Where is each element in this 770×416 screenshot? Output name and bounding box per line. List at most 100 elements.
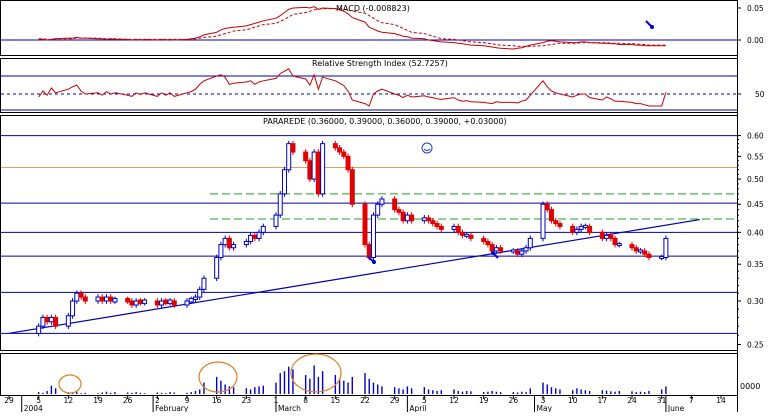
smiley-icon bbox=[421, 142, 433, 154]
candle bbox=[222, 237, 228, 246]
x-month-label: May bbox=[537, 404, 553, 412]
candle bbox=[48, 316, 54, 323]
candle bbox=[311, 151, 317, 180]
candle bbox=[527, 237, 533, 249]
annotations bbox=[58, 20, 654, 394]
x-day-label: 12 bbox=[449, 396, 459, 405]
candle bbox=[455, 225, 461, 233]
x-day-label: 19 bbox=[479, 396, 489, 405]
annotation-circle bbox=[198, 361, 238, 393]
macd-title: MACD (-0.008823) bbox=[336, 4, 410, 13]
candle bbox=[489, 244, 495, 252]
candle bbox=[53, 316, 59, 327]
candle bbox=[608, 234, 614, 239]
x-month-label: April bbox=[409, 404, 426, 412]
candle bbox=[604, 234, 610, 239]
candle bbox=[599, 231, 605, 239]
candle bbox=[36, 325, 42, 334]
candle bbox=[40, 316, 46, 327]
candle bbox=[112, 297, 118, 303]
candle bbox=[430, 220, 436, 225]
x-day-label: 26 bbox=[509, 396, 519, 405]
candle bbox=[375, 203, 381, 216]
x-day-label: 10 bbox=[568, 396, 578, 405]
candle bbox=[103, 296, 109, 302]
candle bbox=[468, 234, 474, 239]
candle bbox=[578, 225, 584, 230]
candle bbox=[273, 214, 279, 227]
candle bbox=[154, 300, 160, 306]
candle bbox=[320, 143, 326, 195]
candle bbox=[332, 143, 338, 149]
candle bbox=[421, 217, 427, 222]
candle bbox=[379, 198, 385, 205]
candle bbox=[256, 231, 262, 239]
x-day-label: 15 bbox=[331, 396, 341, 405]
candle bbox=[557, 223, 563, 227]
macd-tick-label: 0.00 bbox=[747, 36, 764, 45]
candle bbox=[231, 244, 237, 249]
price-tick-label: 0.45 bbox=[747, 200, 764, 209]
x-day-label: 26 bbox=[123, 396, 133, 405]
candle bbox=[315, 151, 321, 195]
candle bbox=[392, 198, 398, 211]
candle bbox=[201, 277, 207, 290]
candle bbox=[184, 300, 190, 306]
candle bbox=[137, 299, 143, 305]
stock-chart: 0.05 0.00 50 0.60 0.55 0.50 0.45 0.40 0.35 0.30 0.… bbox=[0, 0, 765, 413]
x-day-label: 19 bbox=[93, 396, 103, 405]
candle bbox=[451, 225, 457, 230]
candle bbox=[44, 316, 50, 323]
horizontal-lines bbox=[1, 39, 737, 334]
x-day-label: 31 bbox=[657, 396, 667, 405]
price-frame bbox=[0, 115, 738, 351]
candle bbox=[163, 299, 169, 305]
candle bbox=[260, 225, 266, 233]
candle bbox=[252, 234, 258, 239]
x-day-label: 29 bbox=[4, 396, 14, 405]
candle bbox=[362, 203, 368, 246]
candle bbox=[498, 247, 504, 252]
candle bbox=[459, 231, 465, 236]
x-month-label: March bbox=[278, 404, 301, 412]
candle bbox=[646, 253, 652, 258]
candle bbox=[485, 240, 491, 246]
candle bbox=[142, 299, 148, 305]
candle bbox=[464, 233, 470, 237]
candle bbox=[510, 249, 516, 253]
candle bbox=[587, 225, 593, 233]
x-day-label: 14 bbox=[716, 396, 726, 405]
candle bbox=[277, 193, 283, 216]
chart-stage: 0.05 0.00 50 0.60 0.55 0.50 0.45 0.40 0.35 0.30 0.… bbox=[0, 0, 770, 413]
candle bbox=[349, 169, 355, 205]
rsi-series bbox=[38, 68, 667, 107]
candle bbox=[396, 209, 402, 213]
candle bbox=[243, 240, 249, 246]
candle bbox=[82, 296, 88, 302]
macd-series-1 bbox=[38, 8, 666, 47]
x-month-label: June bbox=[667, 404, 685, 412]
candle bbox=[519, 250, 525, 255]
candle bbox=[133, 300, 139, 306]
candle bbox=[515, 250, 521, 255]
candle bbox=[159, 300, 165, 306]
candle bbox=[337, 147, 343, 153]
candle bbox=[540, 203, 546, 239]
candle bbox=[125, 297, 131, 303]
candle bbox=[544, 203, 550, 211]
x-day-label: 29 bbox=[390, 396, 400, 405]
candle bbox=[226, 237, 232, 249]
price-tick-label: 0.25 bbox=[747, 341, 764, 350]
x-month-label: 2004 bbox=[24, 404, 43, 412]
candle bbox=[65, 315, 71, 327]
candle bbox=[612, 237, 618, 246]
x-month-label: February bbox=[155, 404, 189, 412]
candle bbox=[404, 214, 410, 222]
candle bbox=[409, 214, 415, 222]
candle bbox=[548, 209, 554, 222]
annotation-circle bbox=[58, 374, 82, 394]
x-day-label: 17 bbox=[598, 396, 608, 405]
price-tick-label: 0.30 bbox=[747, 297, 764, 306]
candle bbox=[188, 297, 194, 303]
candle bbox=[286, 143, 292, 171]
